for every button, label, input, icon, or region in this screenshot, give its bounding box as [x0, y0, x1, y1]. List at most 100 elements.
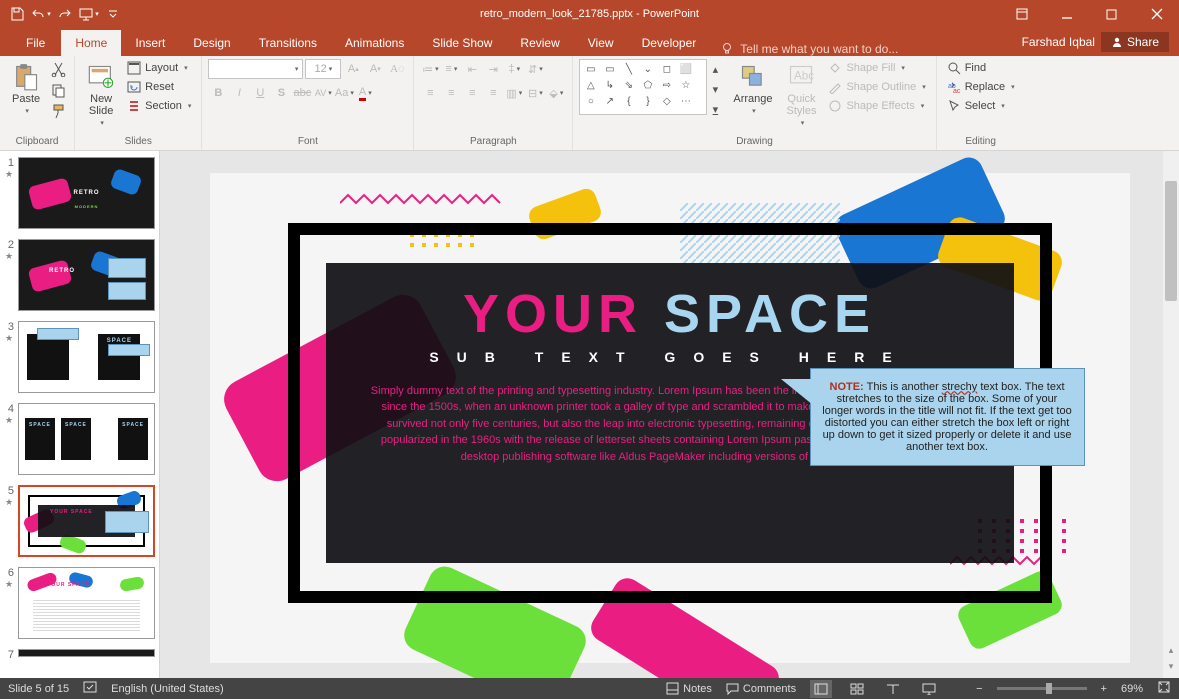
slide-thumbnail[interactable]: 2★ RETRO: [4, 239, 155, 311]
slideshow-view-icon[interactable]: [918, 680, 940, 698]
prev-slide-icon[interactable]: ▴: [1163, 645, 1179, 656]
undo-icon[interactable]: ▾: [30, 3, 52, 25]
copy-icon[interactable]: [48, 80, 68, 100]
justify-icon[interactable]: ≡: [483, 83, 503, 103]
tab-insert[interactable]: Insert: [121, 30, 179, 56]
language-status[interactable]: English (United States): [111, 683, 224, 695]
ribbon-display-icon[interactable]: [999, 0, 1044, 28]
tab-design[interactable]: Design: [179, 30, 244, 56]
section-button[interactable]: Section▾: [123, 97, 195, 115]
font-family-combo[interactable]: ▾: [208, 59, 303, 79]
vertical-scrollbar[interactable]: ▴ ▾: [1163, 151, 1179, 678]
normal-view-icon[interactable]: [810, 680, 832, 698]
reset-button[interactable]: Reset: [123, 78, 195, 96]
slide-thumbnail[interactable]: 3★ SPACE: [4, 321, 155, 393]
bullets-icon[interactable]: ≔▾: [420, 59, 440, 79]
notes-button[interactable]: Notes: [666, 682, 712, 695]
zoom-out-icon[interactable]: −: [976, 683, 982, 695]
slide-thumbnails-panel[interactable]: 1★ RETRO MODERN 2★ RETRO: [0, 151, 160, 678]
numbering-icon[interactable]: ≡▾: [441, 59, 461, 79]
comments-button[interactable]: Comments: [726, 682, 796, 695]
smartart-icon[interactable]: ⬙▾: [546, 83, 566, 103]
align-right-icon[interactable]: ≡: [462, 83, 482, 103]
clear-formatting-icon[interactable]: A◌: [387, 59, 407, 79]
line-spacing-icon[interactable]: ‡▾: [504, 59, 524, 79]
slide-canvas-area[interactable]: YOUR SPACE SUB TEXT GOES HERE Simply dum…: [160, 151, 1179, 678]
reading-view-icon[interactable]: [882, 680, 904, 698]
change-case-icon[interactable]: Aa▾: [334, 83, 354, 103]
shape-fill-button[interactable]: Shape Fill▾: [824, 59, 929, 77]
paste-button[interactable]: Paste▾: [6, 59, 46, 119]
slide-thumbnail[interactable]: 4★ SPACE SPACE SPACE: [4, 403, 155, 475]
align-center-icon[interactable]: ≡: [441, 83, 461, 103]
gallery-scroll-up-icon[interactable]: ▴: [705, 59, 725, 79]
textbox-shape-icon[interactable]: ▭: [582, 62, 599, 76]
slide-title[interactable]: YOUR SPACE: [366, 283, 974, 345]
save-icon[interactable]: [6, 3, 28, 25]
font-color-icon[interactable]: A▾: [355, 83, 375, 103]
layout-button[interactable]: Layout▾: [123, 59, 195, 77]
shapes-gallery[interactable]: ▭ ▭╲⌄◻⬜ △↳⇘⬠⇨☆ ○↗{}◇⋯: [579, 59, 707, 115]
note-callout[interactable]: NOTE: This is another strechy text box. …: [810, 368, 1085, 466]
slide-thumbnail[interactable]: 5★ YOUR SPACE: [4, 485, 155, 557]
grow-font-icon[interactable]: A▴: [343, 59, 363, 79]
cut-icon[interactable]: [48, 59, 68, 79]
shrink-font-icon[interactable]: A▾: [365, 59, 385, 79]
minimize-icon[interactable]: [1044, 0, 1089, 28]
slide-thumbnail[interactable]: 7: [4, 649, 155, 661]
text-direction-icon[interactable]: ⇵▾: [525, 59, 545, 79]
share-button[interactable]: Share: [1101, 32, 1169, 52]
start-from-beginning-icon[interactable]: ▾: [78, 3, 100, 25]
slide-thumbnail[interactable]: 6★ YOUR SPACE: [4, 567, 155, 639]
replace-button[interactable]: abacReplace▾: [943, 78, 1019, 96]
zoom-level[interactable]: 69%: [1121, 683, 1143, 695]
tab-review[interactable]: Review: [506, 30, 573, 56]
fit-window-icon[interactable]: [1157, 680, 1171, 697]
sorter-view-icon[interactable]: [846, 680, 868, 698]
format-painter-icon[interactable]: [48, 101, 68, 121]
tab-developer[interactable]: Developer: [628, 30, 711, 56]
svg-text:Abc: Abc: [794, 69, 814, 82]
dec-indent-icon[interactable]: ⇤: [462, 59, 482, 79]
gallery-scroll-down-icon[interactable]: ▾: [705, 79, 725, 99]
user-name[interactable]: Farshad Iqbal: [1022, 35, 1095, 49]
inc-indent-icon[interactable]: ⇥: [483, 59, 503, 79]
spellcheck-icon[interactable]: [83, 680, 97, 697]
new-slide-button[interactable]: New Slide▾: [81, 59, 121, 131]
gallery-more-icon[interactable]: ▾: [705, 99, 725, 119]
columns-icon[interactable]: ▥▾: [504, 83, 524, 103]
qat-customize-icon[interactable]: [102, 3, 124, 25]
close-icon[interactable]: [1134, 0, 1179, 28]
slide-subtitle[interactable]: SUB TEXT GOES HERE: [366, 349, 974, 365]
tab-home[interactable]: Home: [61, 30, 121, 56]
shape-effects-button[interactable]: Shape Effects▾: [824, 97, 929, 115]
scrollbar-thumb[interactable]: [1165, 181, 1177, 301]
tab-transitions[interactable]: Transitions: [245, 30, 331, 56]
zoom-in-icon[interactable]: +: [1101, 683, 1107, 695]
slide[interactable]: YOUR SPACE SUB TEXT GOES HERE Simply dum…: [210, 173, 1130, 663]
shape-outline-button[interactable]: Shape Outline▾: [824, 78, 929, 96]
redo-icon[interactable]: [54, 3, 76, 25]
maximize-icon[interactable]: [1089, 0, 1134, 28]
quick-styles-button[interactable]: Abc Quick Styles▾: [781, 59, 823, 131]
slide-thumbnail[interactable]: 1★ RETRO MODERN: [4, 157, 155, 229]
bold-icon[interactable]: B: [208, 83, 228, 103]
italic-icon[interactable]: I: [229, 83, 249, 103]
arrange-button[interactable]: Arrange▾: [727, 59, 778, 119]
tab-file[interactable]: File: [10, 30, 61, 56]
char-spacing-icon[interactable]: AV▾: [313, 83, 333, 103]
tab-view[interactable]: View: [574, 30, 628, 56]
select-button[interactable]: Select▾: [943, 97, 1019, 115]
strike-icon[interactable]: abc: [292, 83, 312, 103]
align-text-icon[interactable]: ⊟▾: [525, 83, 545, 103]
align-left-icon[interactable]: ≡: [420, 83, 440, 103]
find-button[interactable]: Find: [943, 59, 1019, 77]
underline-icon[interactable]: U: [250, 83, 270, 103]
zoom-slider[interactable]: [997, 687, 1087, 690]
tab-slideshow[interactable]: Slide Show: [418, 30, 506, 56]
next-slide-icon[interactable]: ▾: [1163, 661, 1179, 672]
shadow-icon[interactable]: S: [271, 83, 291, 103]
tab-animations[interactable]: Animations: [331, 30, 418, 56]
font-size-combo[interactable]: 12▾: [305, 59, 341, 79]
tell-me-search[interactable]: Tell me what you want to do...: [720, 42, 898, 56]
